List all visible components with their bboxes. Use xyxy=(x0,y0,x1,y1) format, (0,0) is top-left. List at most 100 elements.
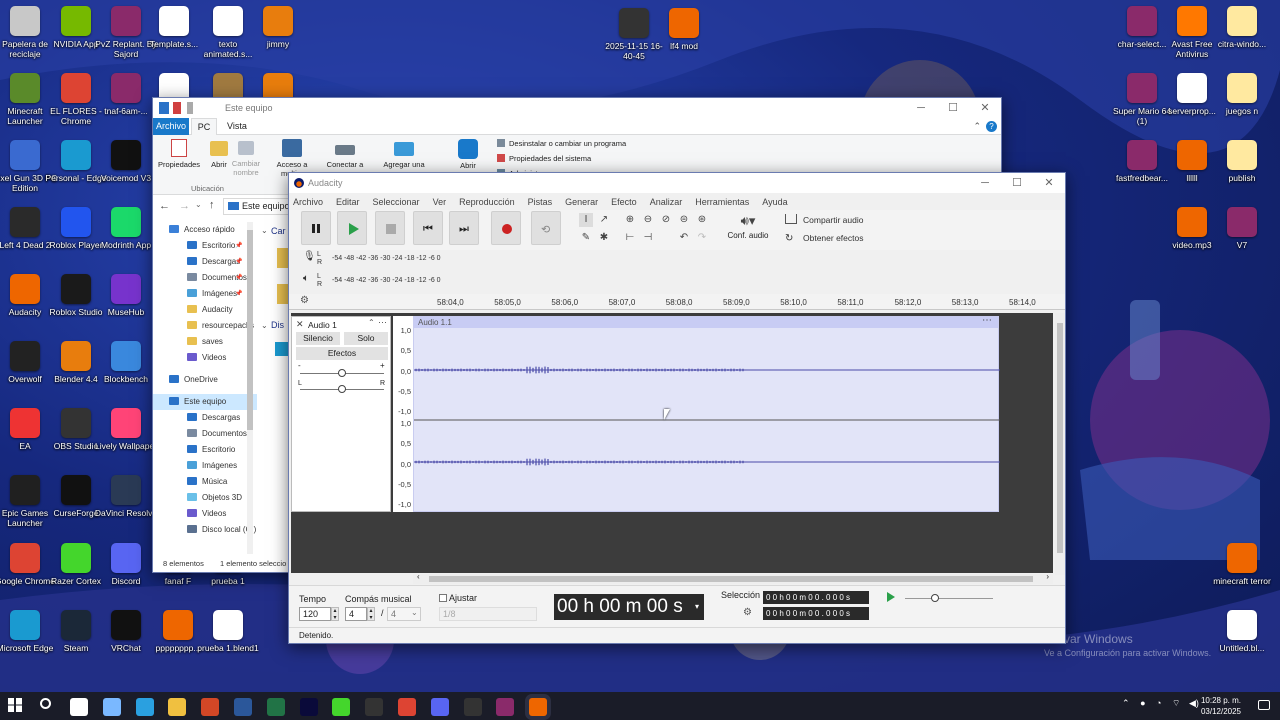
tab-archivo[interactable]: Archivo xyxy=(153,118,189,135)
selection-end-field[interactable]: 0 0 h 0 0 m 0 0 . 0 0 0 s xyxy=(763,607,869,620)
nav-item-disco-local-c[interactable]: Disco local (C:) xyxy=(153,522,257,538)
desktop-icon-minecraft-terror[interactable]: minecraft terror xyxy=(1208,543,1276,586)
ribbon-add-location-button[interactable]: Agregar una xyxy=(379,137,429,169)
ruler-settings-icon[interactable]: ⚙︎ xyxy=(300,295,309,306)
nav-item-musica[interactable]: Música xyxy=(153,474,257,490)
menu-herramientas[interactable]: Herramientas xyxy=(695,197,749,207)
windows-drive-icon[interactable] xyxy=(275,342,289,356)
h-scroll-thumb[interactable] xyxy=(429,576,1033,582)
zoom-toggle-icon[interactable]: ⊛ xyxy=(695,213,709,227)
pan-slider-thumb[interactable] xyxy=(338,385,346,393)
nav-pane-scrollbar[interactable] xyxy=(247,222,253,554)
nav-item-este-equipo[interactable]: Este equipo xyxy=(153,394,257,410)
menu-archivo[interactable]: Archivo xyxy=(293,197,323,207)
nav-item-escritorio[interactable]: Escritorio xyxy=(153,442,257,458)
nav-item-objetos-3d[interactable]: Objetos 3D xyxy=(153,490,257,506)
taskbar-powerpoint-icon[interactable] xyxy=(201,698,220,716)
recent-chevron-icon[interactable]: ⌄ xyxy=(195,200,202,209)
zoom-in-icon[interactable]: ⊕ xyxy=(623,213,637,227)
desktop-icon-blockbench[interactable]: Blockbench xyxy=(92,341,160,384)
tempo-spinner-icon[interactable]: ▴ ▾ xyxy=(331,607,339,621)
ribbon-uninstall-link[interactable]: Desinstalar o cambiar un programa xyxy=(497,139,626,148)
ts-spinner-icon[interactable]: ▴ ▾ xyxy=(367,607,375,621)
solo-button[interactable]: Solo xyxy=(344,332,388,345)
snap-dropdown[interactable]: 1/8 xyxy=(439,607,537,621)
nav-item-resourcepacks[interactable]: resourcepacks xyxy=(153,318,257,334)
undo-icon[interactable]: ↶ xyxy=(677,231,691,245)
mute-button[interactable]: Silencio xyxy=(296,332,340,345)
taskbar-word-icon[interactable] xyxy=(234,698,252,716)
stop-button[interactable] xyxy=(375,211,405,245)
track-v-scrollbar[interactable] xyxy=(1055,313,1065,575)
pause-button[interactable] xyxy=(301,211,331,245)
audacity-maximize-button[interactable]: ☐ xyxy=(1001,173,1033,193)
nav-item-onedrive[interactable]: OneDrive xyxy=(153,372,257,388)
envelope-tool-icon[interactable]: ↗ xyxy=(597,213,611,227)
ribbon-system-properties-link[interactable]: Propiedades del sistema xyxy=(497,154,591,163)
desktop-icon-v7[interactable]: V7 xyxy=(1208,207,1276,250)
taskbar-task-view-icon[interactable] xyxy=(70,698,88,716)
v-scroll-thumb[interactable] xyxy=(1057,323,1063,553)
waveform[interactable] xyxy=(414,328,1000,512)
taskbar-winrar-icon[interactable] xyxy=(496,698,515,716)
nav-item-descargas[interactable]: Descargas 📌 xyxy=(153,254,257,270)
ribbon-open-button[interactable]: Abrir xyxy=(205,137,233,169)
track-collapse-icon[interactable]: ⌃ xyxy=(368,318,375,327)
ribbon-map-drive-button[interactable]: Conectar a xyxy=(323,137,367,169)
forward-arrow-icon[interactable]: → xyxy=(179,200,190,212)
audio-setup-button[interactable]: 🔊︎▾ Conf. audio xyxy=(723,213,773,240)
taskbar-chrome-icon[interactable] xyxy=(398,698,416,716)
record-meter[interactable]: 🎙︎ L R -54 -48 -42 -36 -30 -24 -18 -12 -… xyxy=(289,251,489,267)
snap-checkbox[interactable] xyxy=(439,594,447,602)
ribbon-rename-button[interactable]: Cambiar nombre xyxy=(231,137,261,177)
tab-pc[interactable]: PC xyxy=(191,118,217,135)
gain-slider-thumb[interactable] xyxy=(338,369,346,377)
nav-item-saves[interactable]: saves xyxy=(153,334,257,350)
menu-seleccionar[interactable]: Seleccionar xyxy=(373,197,420,207)
nav-item-acceso-rapido[interactable]: Acceso rápido xyxy=(153,222,257,238)
share-audio-button[interactable]: Compartir audio xyxy=(785,212,863,228)
help-icon[interactable]: ? xyxy=(986,121,997,132)
get-effects-button[interactable]: ↻ Obtener efectos xyxy=(785,230,863,246)
effects-button[interactable]: Efectos xyxy=(296,347,388,360)
tempo-field[interactable]: 120 xyxy=(299,607,331,621)
menu-generar[interactable]: Generar xyxy=(565,197,598,207)
playback-meter[interactable]: 🔈︎ L R -54 -48 -42 -36 -30 -24 -18 -12 -… xyxy=(289,273,489,289)
taskbar-cursor-icon[interactable] xyxy=(365,698,384,716)
ribbon-open-settings-button[interactable]: Abrir xyxy=(453,137,483,170)
taskbar-audacity-icon[interactable] xyxy=(529,698,548,716)
taskbar-discord-icon[interactable] xyxy=(430,698,449,716)
explorer-minimize-button[interactable]: ─ xyxy=(905,98,937,118)
audacity-minimize-button[interactable]: ─ xyxy=(969,173,1001,193)
scroll-left-icon[interactable]: ‹ xyxy=(417,572,420,581)
time-signature-numerator[interactable]: 4 xyxy=(345,607,367,621)
clip-header[interactable]: Audio 1.1 ⋯ xyxy=(414,315,998,328)
redo-icon[interactable]: ↷ xyxy=(695,231,709,245)
menu-analizar[interactable]: Analizar xyxy=(650,197,683,207)
taskbar-explorer-icon[interactable] xyxy=(168,698,187,716)
nav-item-imagenes[interactable]: Imágenes 📌 xyxy=(153,286,257,302)
nav-item-videos[interactable]: Videos xyxy=(153,350,257,366)
section-folders-header[interactable]: Car xyxy=(271,226,286,236)
time-display[interactable]: 00 h 00 m 00 s xyxy=(554,594,704,620)
record-button[interactable] xyxy=(491,211,521,245)
back-arrow-icon[interactable]: ← xyxy=(159,200,170,212)
gain-slider[interactable] xyxy=(300,369,384,377)
wifi-icon[interactable]: ⌔ xyxy=(1172,698,1180,708)
audio-clip[interactable]: Audio 1.1 ⋯ xyxy=(413,315,1000,512)
nav-item-documentos[interactable]: Documentos xyxy=(153,426,257,442)
nav-item-documentos[interactable]: Documentos 📌 xyxy=(153,270,257,286)
selection-settings-icon[interactable]: ⚙︎ xyxy=(743,607,752,618)
play-at-speed-icon[interactable] xyxy=(887,592,895,602)
fit-selection-icon[interactable]: ⊘ xyxy=(659,213,673,227)
chevron-up-icon[interactable]: ⌃ xyxy=(1122,698,1130,708)
clip-menu-icon[interactable]: ⋯ xyxy=(982,315,992,326)
taskbar-edge-icon[interactable] xyxy=(135,698,154,716)
desktop-icon-musehub[interactable]: MuseHub xyxy=(92,274,160,317)
skip-end-button[interactable]: ⏭ xyxy=(449,211,479,245)
menu-pistas[interactable]: Pistas xyxy=(528,197,553,207)
clock[interactable]: 10:28 p. m. 03/12/2025 xyxy=(1196,695,1246,717)
search-icon[interactable] xyxy=(40,698,51,709)
track-name[interactable]: Audio 1 xyxy=(308,320,337,330)
section-chevron-icon[interactable]: ⌄ xyxy=(261,321,268,330)
